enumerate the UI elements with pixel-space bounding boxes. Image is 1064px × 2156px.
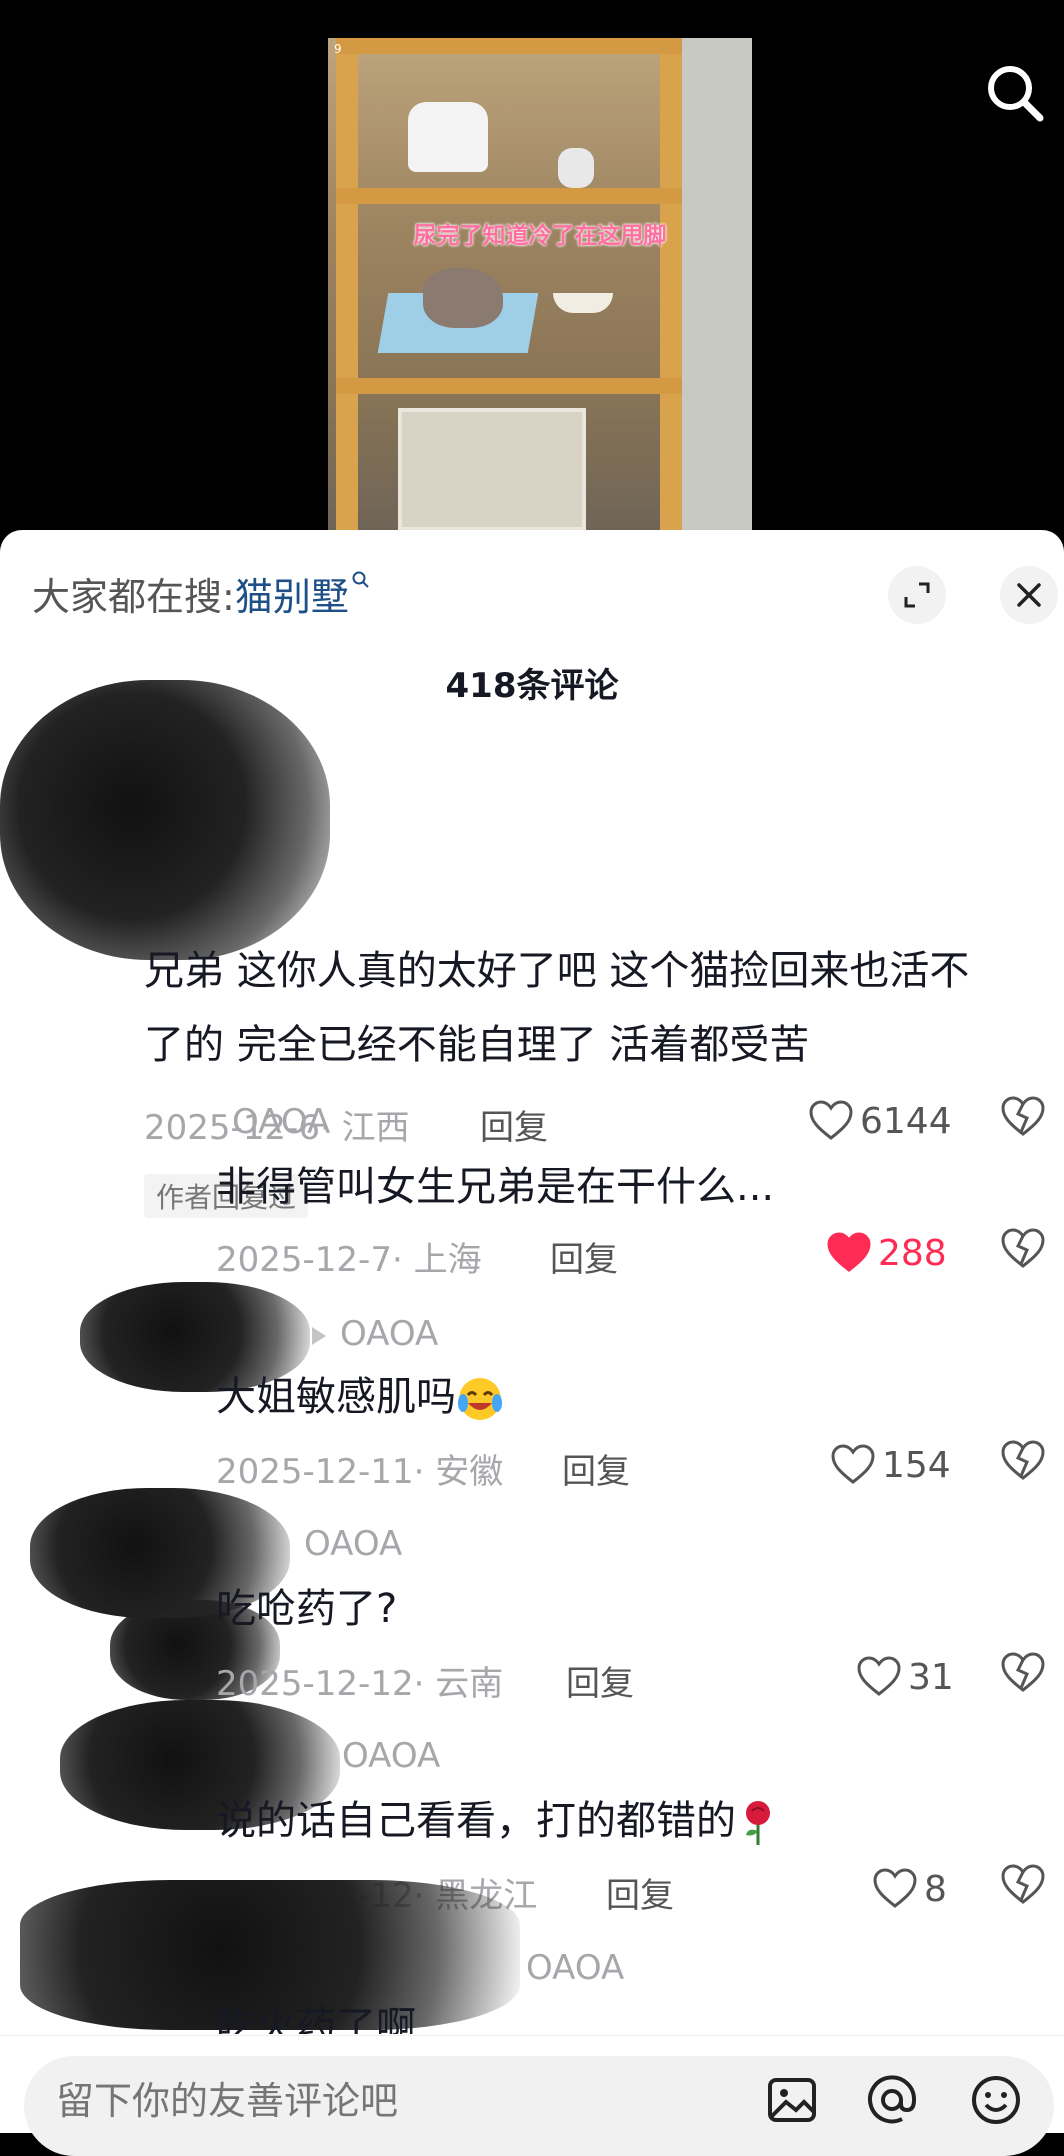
video-caption: 尿完了知道冷了在这甩脚 (413, 223, 667, 249)
reply-button[interactable]: 回复 (606, 1868, 674, 1917)
user-name: OAOA (232, 1102, 331, 1142)
suggestion-label: 大家都在搜: (32, 575, 235, 619)
comment-input-bar (0, 2035, 1064, 2156)
emoji-button[interactable] (968, 2072, 1024, 2128)
comment-text: 说的话自己看看，打的都错的 (216, 1798, 736, 1844)
emoji-icon (972, 2076, 1020, 2124)
food-bowl (553, 293, 613, 313)
image-icon (768, 2078, 816, 2122)
cabinet-frame-right (660, 38, 682, 530)
search-icon (988, 66, 1044, 122)
comment-text-row: 大姐敏感肌吗 (216, 1360, 504, 1434)
heart-icon (857, 1656, 901, 1696)
reply-user-name: OAOA (232, 1102, 330, 1142)
like-button[interactable]: 154 (830, 1440, 951, 1490)
like-count: 31 (908, 1656, 954, 1698)
sheet-header: 大家都在搜:猫别墅 (32, 566, 1058, 626)
litter-box (398, 408, 586, 530)
frame-tag: 9 (334, 42, 342, 56)
nebulizer-device (408, 102, 488, 172)
user-name: OAOA (526, 1948, 625, 1988)
cabinet-top (336, 38, 682, 54)
comment-text: 非得管叫女生兄弟是在干什么... (216, 1164, 775, 1210)
video-area[interactable]: 9 尿完了知道冷了在这甩脚 (0, 0, 1064, 530)
video-wall (682, 38, 752, 530)
reply-button[interactable]: 回复 (562, 1444, 630, 1493)
cabinet-shelf-1 (336, 188, 682, 204)
comments-sheet: 大家都在搜:猫别墅 418条评论 兄弟 这你人真的太好了吧 这个猫捡回来也活不 … (0, 530, 1064, 2132)
reply-user: OAOA (312, 1314, 438, 1354)
laughing-tears-emoji (458, 1378, 502, 1420)
dislike-icon (1001, 1864, 1045, 1904)
dislike-button[interactable] (1000, 1440, 1050, 1490)
cat (423, 268, 503, 328)
suggestion-term[interactable]: 猫别墅 (235, 575, 349, 619)
close-icon (1017, 583, 1041, 607)
avatar-redacted[interactable] (0, 680, 330, 960)
heart-icon (873, 1868, 917, 1908)
mention-button[interactable] (864, 2072, 920, 2128)
video-thumbnail[interactable]: 9 尿完了知道冷了在这甩脚 (328, 38, 752, 530)
dislike-button[interactable] (1000, 1652, 1050, 1702)
reply-user: OAOA (342, 1736, 440, 1776)
rose-emoji (746, 1801, 770, 1845)
search-suggestion[interactable]: 大家都在搜:猫别墅 (32, 566, 371, 621)
like-button[interactable]: 31 (856, 1652, 954, 1702)
close-button[interactable] (1000, 566, 1058, 624)
cabinet-frame-left (336, 38, 358, 530)
comment-date-location: 2025-12-12· 云南 (216, 1664, 504, 1704)
user-name: OAOA (342, 1736, 441, 1776)
comment-date-location: 2025-12-7· 上海 (216, 1240, 482, 1280)
comment-text: 大姐敏感肌吗 (216, 1374, 456, 1420)
pet-camera (558, 148, 594, 188)
reply-user: OAOA (526, 1948, 624, 1988)
comment-text-row: 说的话自己看看，打的都错的 (216, 1784, 780, 1858)
dislike-icon (1001, 1440, 1045, 1480)
cabinet-shelf-2 (336, 378, 682, 394)
dislike-icon (1001, 1228, 1045, 1268)
reply-arrow-icon (312, 1326, 326, 1345)
user-name: OAOA (340, 1314, 439, 1354)
like-button[interactable]: 8 (872, 1864, 947, 1914)
like-button[interactable]: 288 (826, 1228, 947, 1278)
dislike-button[interactable] (1000, 1864, 1050, 1914)
search-button[interactable] (980, 58, 1050, 128)
at-icon (868, 2075, 917, 2124)
reply-button[interactable]: 回复 (550, 1232, 618, 1281)
comment-date-location: 2025-12-11· 安徽 (216, 1452, 504, 1492)
dislike-icon (1001, 1652, 1045, 1692)
comment-input-container[interactable] (24, 2056, 1054, 2156)
reply-user: OAOA (304, 1524, 402, 1564)
like-count: 154 (882, 1444, 951, 1486)
heart-icon (831, 1444, 875, 1484)
expand-icon (904, 582, 930, 608)
search-mini-icon (352, 571, 369, 588)
dislike-button[interactable] (1000, 1228, 1050, 1278)
comment-text: 吃呛药了? (216, 1586, 398, 1632)
like-count: 8 (924, 1868, 947, 1910)
like-count: 288 (878, 1232, 947, 1274)
reply-button[interactable]: 回复 (566, 1656, 634, 1705)
user-name: OAOA (304, 1524, 403, 1564)
image-button[interactable] (764, 2072, 820, 2128)
expand-button[interactable] (888, 566, 946, 624)
comment-text: 吃火药了啊 (216, 2004, 416, 2034)
heart-filled-icon (827, 1232, 871, 1272)
comment-input[interactable] (54, 2078, 708, 2124)
